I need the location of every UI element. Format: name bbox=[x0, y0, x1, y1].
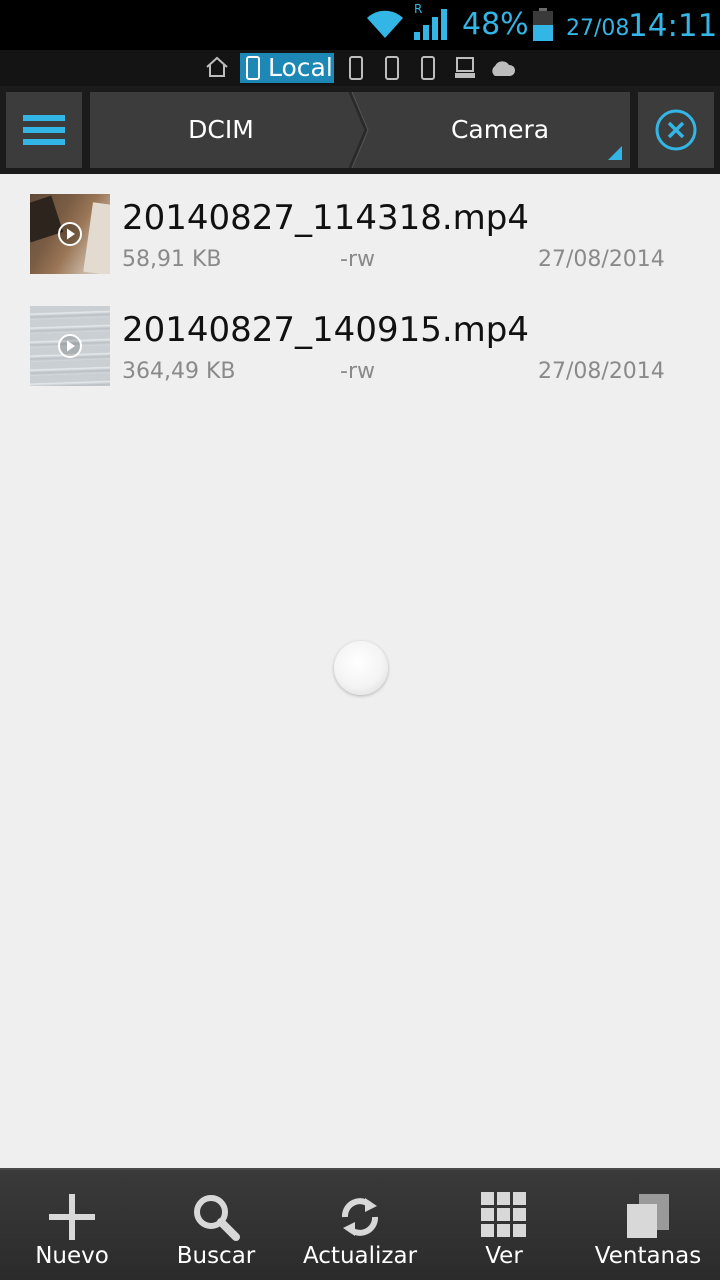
windows-icon bbox=[627, 1194, 669, 1238]
home-icon[interactable] bbox=[204, 55, 230, 79]
dropdown-corner-icon[interactable] bbox=[608, 146, 622, 160]
view-label: Ver bbox=[485, 1243, 523, 1269]
menu-button[interactable] bbox=[6, 92, 82, 168]
file-name: 20140827_114318.mp4 bbox=[122, 198, 529, 238]
close-button[interactable] bbox=[638, 92, 714, 168]
status-bar: R 48% 27/08 14:11 bbox=[0, 0, 720, 50]
windows-label: Ventanas bbox=[594, 1243, 702, 1269]
plus-icon bbox=[49, 1194, 95, 1240]
phone-icon[interactable] bbox=[348, 56, 364, 80]
file-permissions: -rw bbox=[340, 247, 375, 272]
local-storage-tab[interactable]: Local bbox=[240, 53, 334, 83]
local-label: Local bbox=[268, 53, 333, 82]
cloud-icon[interactable] bbox=[488, 58, 516, 78]
grid-view-icon bbox=[481, 1192, 526, 1237]
file-date: 27/08/2014 bbox=[538, 359, 665, 384]
status-date: 27/08 bbox=[566, 16, 630, 41]
new-label: Nuevo bbox=[35, 1243, 109, 1269]
file-date: 27/08/2014 bbox=[538, 247, 665, 272]
refresh-button[interactable]: Actualizar bbox=[296, 1170, 424, 1280]
computer-icon[interactable] bbox=[454, 56, 476, 80]
search-button[interactable]: Buscar bbox=[156, 1170, 276, 1280]
view-button[interactable]: Ver bbox=[444, 1170, 564, 1280]
windows-button[interactable]: Ventanas bbox=[588, 1170, 708, 1280]
file-size: 58,91 KB bbox=[122, 247, 222, 272]
chevron-right-icon bbox=[348, 92, 369, 168]
breadcrumb-dcim[interactable]: DCIM bbox=[90, 92, 352, 168]
status-time: 14:11 bbox=[628, 8, 718, 44]
play-icon bbox=[58, 334, 82, 358]
list-item[interactable]: 20140827_140915.mp4 364,49 KB -rw 27/08/… bbox=[0, 286, 720, 396]
search-label: Buscar bbox=[176, 1243, 256, 1269]
battery-icon bbox=[533, 8, 553, 41]
play-icon bbox=[58, 222, 82, 246]
new-button[interactable]: Nuevo bbox=[12, 1170, 132, 1280]
phone-icon[interactable] bbox=[384, 56, 400, 80]
wifi-icon bbox=[367, 10, 403, 38]
file-size: 364,49 KB bbox=[122, 359, 236, 384]
battery-percent: 48% bbox=[462, 7, 529, 42]
refresh-icon bbox=[342, 1198, 378, 1236]
search-icon bbox=[194, 1195, 240, 1241]
video-thumbnail bbox=[30, 194, 110, 274]
breadcrumb: DCIM Camera bbox=[90, 92, 630, 168]
file-name: 20140827_140915.mp4 bbox=[122, 310, 529, 350]
refresh-label: Actualizar bbox=[302, 1243, 418, 1269]
phone-icon bbox=[246, 56, 260, 80]
breadcrumb-camera[interactable]: Camera bbox=[370, 92, 630, 168]
hamburger-menu-icon bbox=[23, 115, 65, 145]
file-permissions: -rw bbox=[340, 359, 375, 384]
bottom-action-bar: Nuevo Buscar Actualizar Ver Ventanas bbox=[0, 1168, 720, 1280]
signal-icon: R bbox=[412, 2, 452, 42]
phone-icon[interactable] bbox=[420, 56, 436, 80]
list-item[interactable]: 20140827_114318.mp4 58,91 KB -rw 27/08/2… bbox=[0, 174, 720, 284]
location-strip: Local bbox=[0, 50, 720, 86]
loading-spinner bbox=[334, 641, 388, 695]
video-thumbnail bbox=[30, 306, 110, 386]
close-circle-icon bbox=[655, 109, 697, 151]
toolbar: DCIM Camera bbox=[0, 86, 720, 174]
